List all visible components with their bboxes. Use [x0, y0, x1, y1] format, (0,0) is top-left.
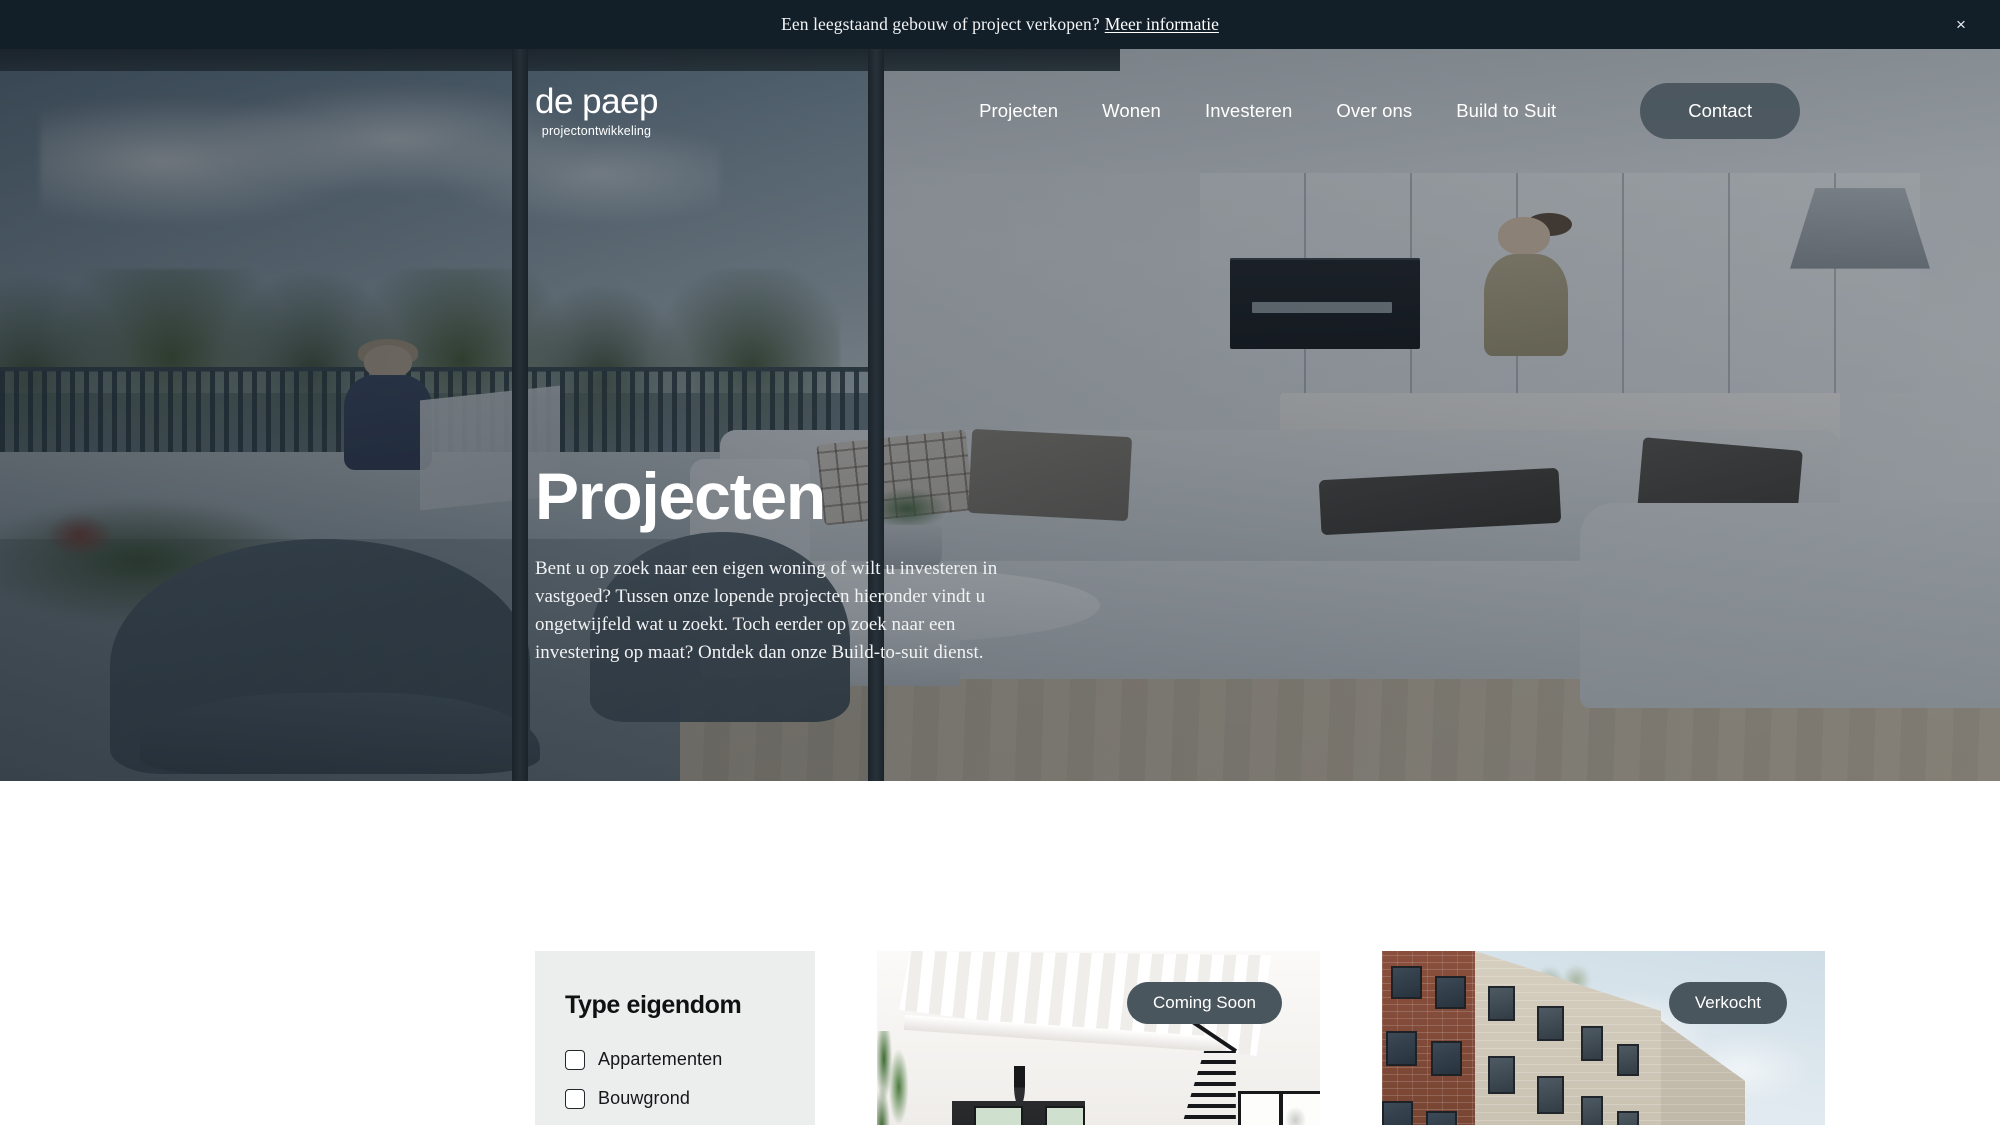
project-card-grid: Coming Soon Verkocht — [877, 951, 1825, 1125]
filter-option-appartementen[interactable]: Appartementen — [565, 1049, 785, 1070]
projects-section: Type eigendom Appartementen Bouwgrond Op… — [0, 781, 2000, 1125]
filter-option-label: Bouwgrond — [598, 1088, 690, 1108]
hero-content: Projecten Bent u op zoek naar een eigen … — [535, 463, 1005, 667]
filter-option-bouwgrond[interactable]: Bouwgrond — [565, 1088, 785, 1109]
announcement-link[interactable]: Meer informatie — [1105, 14, 1219, 35]
hero-section: de paep projectontwikkeling Projecten Wo… — [0, 49, 2000, 781]
project-image: Verkocht — [1382, 951, 1825, 1125]
filter-panel-title: Type eigendom — [565, 991, 742, 1019]
project-image: Coming Soon — [877, 951, 1320, 1125]
nav-item-investeren[interactable]: Investeren — [1205, 100, 1292, 122]
project-card[interactable]: Verkocht — [1382, 951, 1825, 1125]
status-badge[interactable]: Coming Soon — [1126, 982, 1282, 1024]
checkbox-icon[interactable] — [565, 1049, 585, 1070]
filter-panel: Type eigendom Appartementen Bouwgrond Op… — [535, 951, 815, 1125]
nav-item-projecten[interactable]: Projecten — [979, 100, 1058, 122]
nav-item-build-to-suit[interactable]: Build to Suit — [1456, 100, 1556, 122]
announcement-banner: Een leegstaand gebouw of project verkope… — [0, 0, 2000, 49]
nav-links: Projecten Wonen Investeren Over ons Buil… — [979, 83, 1800, 139]
nav-item-wonen[interactable]: Wonen — [1102, 100, 1161, 122]
site-logo[interactable]: de paep projectontwikkeling — [535, 82, 659, 138]
contact-button[interactable]: Contact — [1640, 83, 1800, 139]
hero-description: Bent u op zoek naar een eigen woning of … — [535, 558, 998, 663]
nav-item-over-ons[interactable]: Over ons — [1336, 100, 1412, 122]
logo-tagline: projectontwikkeling — [541, 124, 652, 138]
page-title: Projecten — [535, 459, 826, 533]
announcement-text: Een leegstaand gebouw of project verkope… — [781, 14, 1100, 34]
checkbox-icon[interactable] — [565, 1088, 585, 1109]
logo-name: de paep — [535, 82, 659, 121]
status-badge[interactable]: Verkocht — [1668, 982, 1787, 1024]
main-navigation: de paep projectontwikkeling Projecten Wo… — [200, 49, 1800, 139]
filter-option-label: Appartementen — [598, 1049, 723, 1069]
close-icon[interactable]: × — [1946, 10, 1976, 40]
project-card[interactable]: Coming Soon — [877, 951, 1320, 1125]
